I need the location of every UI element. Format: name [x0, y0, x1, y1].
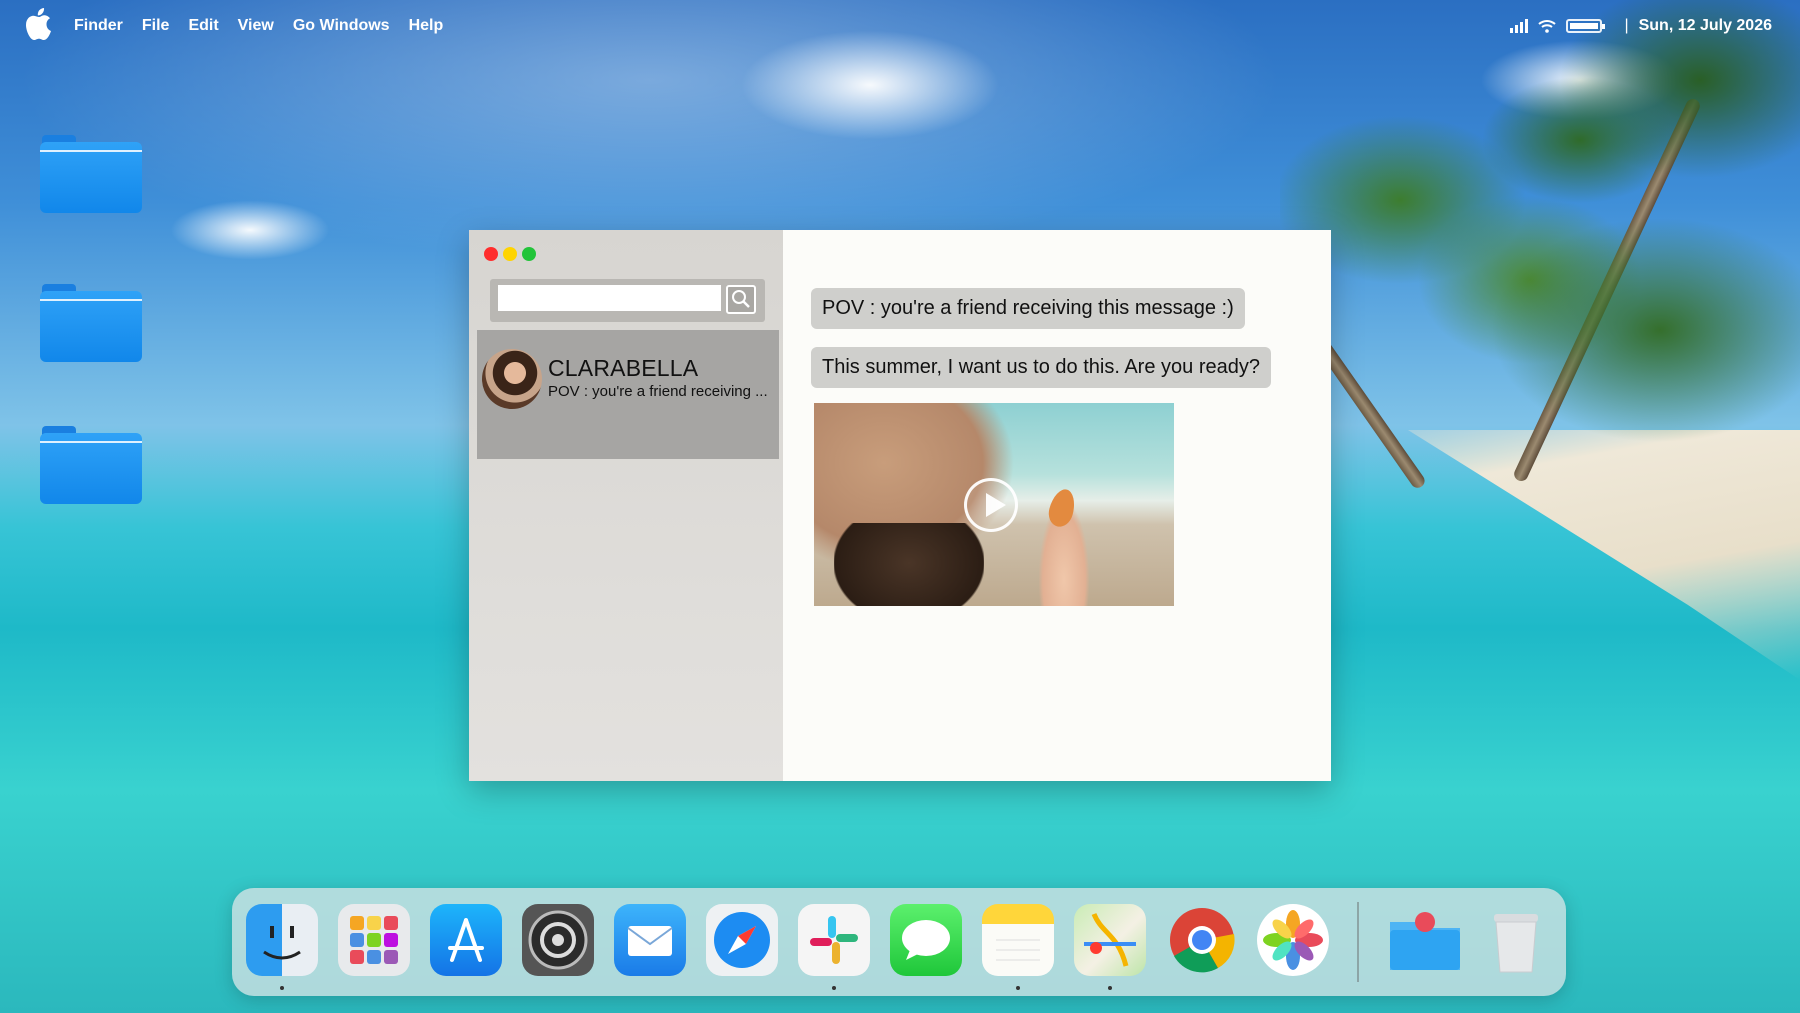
dock-mail-icon[interactable] [614, 904, 686, 976]
messages-sidebar: CLARABELLA POV : you're a friend receivi… [469, 230, 783, 781]
menu-file[interactable]: File [142, 17, 170, 35]
map-icon [1084, 912, 1136, 967]
chat-pane: POV : you're a friend receiving this mes… [783, 230, 1331, 781]
compass-icon [714, 912, 770, 968]
running-indicator [280, 986, 284, 990]
dock [232, 888, 1566, 996]
dock-slack-icon[interactable] [798, 904, 870, 976]
search-input[interactable] [498, 285, 721, 311]
folder-edge [40, 299, 142, 301]
dock-maps-icon[interactable] [1074, 904, 1146, 976]
app-grid-icon [350, 916, 398, 964]
avatar [482, 349, 542, 409]
running-indicator [832, 986, 836, 990]
folder-edge [40, 441, 142, 443]
desktop-folder[interactable] [40, 284, 142, 362]
battery-icon[interactable] [1566, 19, 1606, 33]
wifi-icon[interactable] [1538, 19, 1557, 33]
envelope-icon [627, 926, 673, 956]
running-indicator [1108, 986, 1112, 990]
dock-separator [1357, 902, 1359, 982]
palm-trees [1280, 0, 1800, 520]
message-preview: POV : you're a friend receiving ... [548, 383, 768, 400]
desktop-folder[interactable] [40, 426, 142, 504]
gear-icon [528, 910, 588, 970]
zoom-window-button[interactable] [522, 247, 536, 261]
menu-help[interactable]: Help [409, 17, 444, 35]
messages-window: CLARABELLA POV : you're a friend receivi… [469, 230, 1331, 781]
running-indicator [1016, 986, 1020, 990]
cellular-signal-icon[interactable] [1510, 19, 1529, 33]
clock-datetime[interactable]: Sun, 12 July 2026 [1639, 17, 1772, 35]
search-button[interactable] [726, 285, 756, 314]
dock-app-store-icon[interactable] [430, 904, 502, 976]
menu-finder[interactable]: Finder [74, 17, 123, 35]
dock-chrome-icon[interactable] [1166, 904, 1238, 976]
dock-messages-icon[interactable] [890, 904, 962, 976]
message-bubble: POV : you're a friend receiving this mes… [811, 288, 1245, 329]
finder-face-icon [263, 926, 301, 960]
menu-edit[interactable]: Edit [188, 17, 218, 35]
app-store-a-icon [448, 918, 484, 962]
window-controls [484, 247, 536, 261]
dock-notes-icon[interactable] [982, 904, 1054, 976]
cloud [170, 200, 330, 260]
chrome-logo-icon [1170, 908, 1235, 973]
folder-edge [40, 150, 142, 152]
video-message[interactable] [814, 403, 1174, 606]
folder-icon [40, 433, 142, 504]
search-icon [732, 290, 750, 308]
contact-name: CLARABELLA [548, 355, 699, 381]
minimize-window-button[interactable] [503, 247, 517, 261]
trash-can-icon [1494, 914, 1538, 973]
folder-icon [40, 142, 142, 213]
play-icon[interactable] [964, 478, 1018, 532]
message-bubble: This summer, I want us to do this. Are y… [811, 347, 1271, 388]
dock-launchpad-icon[interactable] [338, 904, 410, 976]
menu-items: Finder File Edit View Go Windows Help [74, 17, 443, 35]
dock-trash-icon[interactable] [1480, 904, 1552, 976]
menu-view[interactable]: View [238, 17, 274, 35]
dock-safari-icon[interactable] [706, 904, 778, 976]
close-window-button[interactable] [484, 247, 498, 261]
dock-photos-icon[interactable] [1257, 904, 1329, 976]
dock-system-settings-icon[interactable] [522, 904, 594, 976]
folder-download-icon [1390, 912, 1460, 970]
speech-bubble-icon [902, 920, 950, 960]
conversation-item-clarabella[interactable]: CLARABELLA POV : you're a friend receivi… [477, 330, 779, 459]
desktop-folder[interactable] [40, 135, 142, 213]
folder-icon [40, 291, 142, 362]
apple-logo-icon[interactable] [24, 6, 54, 42]
video-thumbnail-hair [834, 523, 984, 606]
menu-bar: Finder File Edit View Go Windows Help | … [0, 0, 1800, 54]
slack-logo-icon [810, 916, 858, 964]
status-area: | Sun, 12 July 2026 [1510, 17, 1772, 35]
dock-downloads-folder-icon[interactable] [1386, 904, 1460, 976]
flower-icon [1263, 910, 1323, 970]
dock-finder-icon[interactable] [246, 904, 318, 976]
search-bar [490, 279, 765, 322]
notepad-icon [996, 939, 1040, 961]
menu-go-windows[interactable]: Go Windows [293, 17, 390, 35]
menu-separator: | [1624, 17, 1629, 34]
